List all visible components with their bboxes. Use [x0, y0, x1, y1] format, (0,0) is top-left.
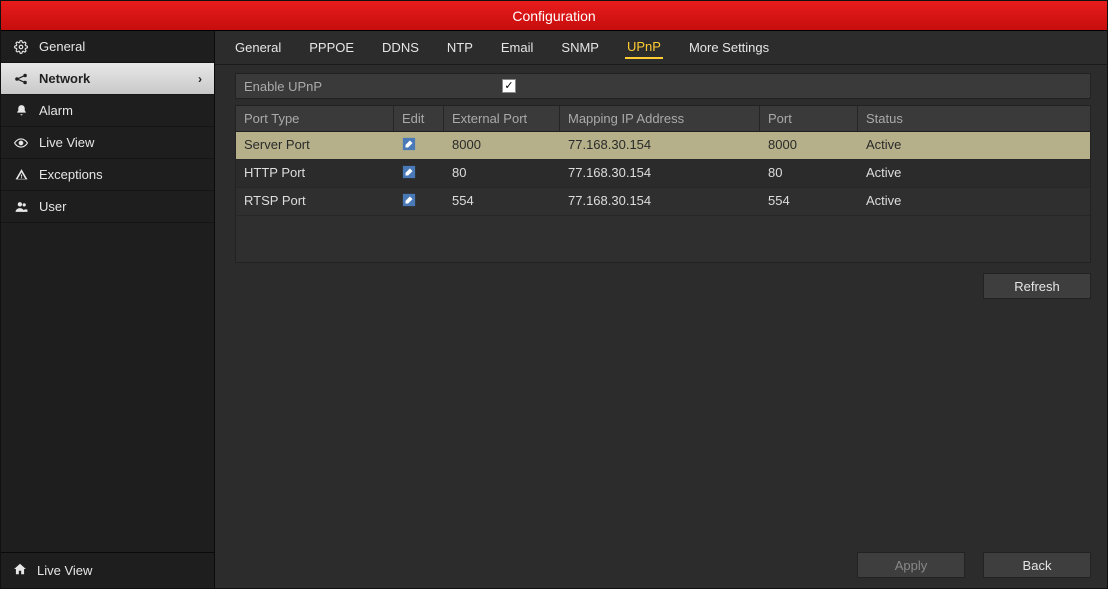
table-empty-space: [236, 216, 1090, 262]
cell-port: 8000: [760, 132, 858, 159]
cell-edit: [394, 160, 444, 187]
cell-mapping-ip: 77.168.30.154: [560, 160, 760, 187]
cell-mapping-ip: 77.168.30.154: [560, 188, 760, 215]
sidebar-footer-live-view[interactable]: Live View: [1, 552, 214, 588]
content: Enable UPnP ✓ Port Type Edit External Po…: [215, 65, 1107, 588]
th-edit: Edit: [394, 106, 444, 131]
sidebar-item-user[interactable]: User: [1, 191, 214, 223]
tab-ntp[interactable]: NTP: [445, 37, 475, 58]
tab-snmp[interactable]: SNMP: [559, 37, 601, 58]
cell-status: Active: [858, 188, 1090, 215]
sidebar-item-alarm[interactable]: Alarm: [1, 95, 214, 127]
table-row[interactable]: Server Port 8000 77.168.30.154 8000 Acti…: [236, 132, 1090, 160]
cell-external-port: 554: [444, 188, 560, 215]
edit-icon[interactable]: [402, 193, 416, 207]
edit-icon[interactable]: [402, 165, 416, 179]
sidebar-item-general[interactable]: General: [1, 31, 214, 63]
cell-edit: [394, 188, 444, 215]
tab-ddns[interactable]: DDNS: [380, 37, 421, 58]
sidebar-item-label: User: [39, 199, 66, 214]
table-header: Port Type Edit External Port Mapping IP …: [236, 106, 1090, 132]
sidebar: General Network › Alarm: [1, 31, 215, 588]
cell-port: 554: [760, 188, 858, 215]
tab-email[interactable]: Email: [499, 37, 536, 58]
tab-upnp[interactable]: UPnP: [625, 36, 663, 59]
edit-icon[interactable]: [402, 137, 416, 151]
tab-pppoe[interactable]: PPPOE: [307, 37, 356, 58]
tab-general[interactable]: General: [233, 37, 283, 58]
cell-port-type: HTTP Port: [236, 160, 394, 187]
th-status: Status: [858, 106, 1090, 131]
warning-icon: [13, 167, 29, 183]
cell-status: Active: [858, 132, 1090, 159]
refresh-button[interactable]: Refresh: [983, 273, 1091, 299]
th-port: Port: [760, 106, 858, 131]
home-icon: [13, 562, 27, 579]
page-title: Configuration: [512, 8, 595, 24]
cell-external-port: 80: [444, 160, 560, 187]
th-port-type: Port Type: [236, 106, 394, 131]
sidebar-item-label: Exceptions: [39, 167, 103, 182]
footer-buttons: Apply Back: [235, 540, 1091, 578]
sidebar-item-label: Network: [39, 71, 90, 86]
table-row[interactable]: HTTP Port 80 77.168.30.154 80 Active: [236, 160, 1090, 188]
gear-icon: [13, 39, 29, 55]
tabs: General PPPOE DDNS NTP Email SNMP UPnP M…: [215, 31, 1107, 65]
bell-icon: [13, 103, 29, 119]
network-icon: [13, 71, 29, 87]
table-row[interactable]: RTSP Port 554 77.168.30.154 554 Active: [236, 188, 1090, 216]
cell-edit: [394, 132, 444, 159]
sidebar-item-label: Alarm: [39, 103, 73, 118]
body: General Network › Alarm: [1, 31, 1107, 588]
cell-port-type: RTSP Port: [236, 188, 394, 215]
cell-external-port: 8000: [444, 132, 560, 159]
apply-button[interactable]: Apply: [857, 552, 965, 578]
enable-upnp-label: Enable UPnP: [244, 79, 494, 94]
port-table: Port Type Edit External Port Mapping IP …: [235, 105, 1091, 263]
th-external-port: External Port: [444, 106, 560, 131]
sidebar-list: General Network › Alarm: [1, 31, 214, 552]
chevron-right-icon: ›: [198, 72, 202, 86]
sidebar-item-live-view[interactable]: Live View: [1, 127, 214, 159]
sidebar-item-network[interactable]: Network ›: [1, 63, 214, 95]
configuration-window: Configuration General Network ›: [0, 0, 1108, 589]
sidebar-item-label: General: [39, 39, 85, 54]
titlebar: Configuration: [1, 1, 1107, 31]
th-mapping-ip: Mapping IP Address: [560, 106, 760, 131]
user-icon: [13, 199, 29, 215]
tab-more-settings[interactable]: More Settings: [687, 37, 771, 58]
refresh-row: Refresh: [235, 273, 1091, 299]
enable-upnp-row: Enable UPnP ✓: [235, 73, 1091, 99]
cell-port-type: Server Port: [236, 132, 394, 159]
sidebar-item-exceptions[interactable]: Exceptions: [1, 159, 214, 191]
sidebar-footer-label: Live View: [37, 563, 92, 578]
cell-mapping-ip: 77.168.30.154: [560, 132, 760, 159]
sidebar-item-label: Live View: [39, 135, 94, 150]
main: General PPPOE DDNS NTP Email SNMP UPnP M…: [215, 31, 1107, 588]
enable-upnp-checkbox[interactable]: ✓: [502, 79, 516, 93]
eye-icon: [13, 135, 29, 151]
cell-port: 80: [760, 160, 858, 187]
back-button[interactable]: Back: [983, 552, 1091, 578]
cell-status: Active: [858, 160, 1090, 187]
